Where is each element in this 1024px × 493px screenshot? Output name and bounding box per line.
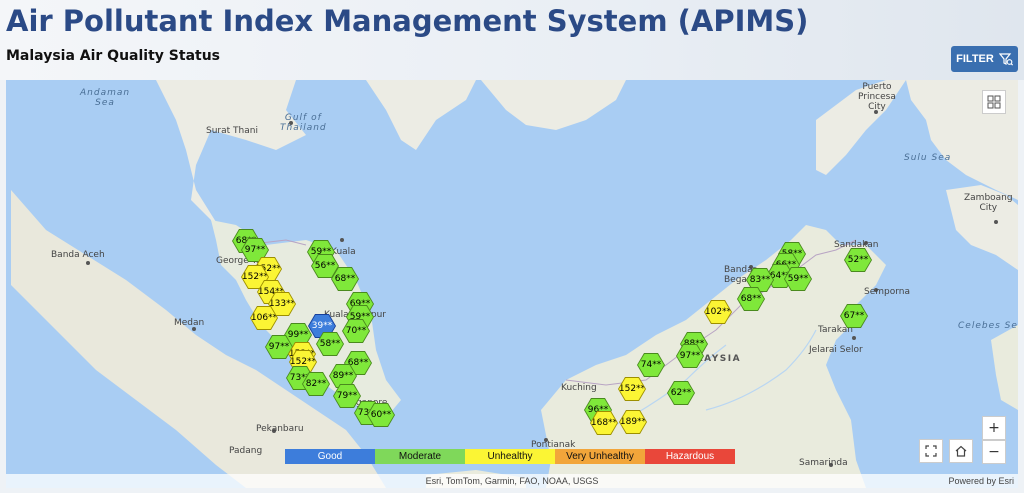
- label-andaman-sea: Andaman Sea: [80, 88, 131, 108]
- label-jelarai-selor: Jelarai Selor: [809, 345, 863, 355]
- home-icon: [955, 445, 967, 457]
- label-sulu-sea: Sulu Sea: [904, 153, 952, 163]
- label-samarinda: Samarinda: [799, 458, 848, 468]
- station-api-value[interactable]: 52**: [845, 249, 871, 271]
- station-api-value[interactable]: 189**: [620, 411, 646, 433]
- station-api-value[interactable]: 74**: [638, 354, 664, 376]
- label-semporna: Semporna: [864, 287, 910, 297]
- grid-icon: [987, 95, 1001, 109]
- air-quality-map[interactable]: Andaman Sea Gulf of Thailand Surat Thani…: [6, 80, 1018, 488]
- label-kuching: Kuching: [561, 383, 597, 393]
- attribution-text: Esri, TomTom, Garmin, FAO, NOAA, USGS: [425, 476, 599, 486]
- label-zamboanga: Zamboang City: [964, 193, 1013, 213]
- filter-icon: [998, 53, 1013, 66]
- zoom-in-button[interactable]: +: [982, 416, 1006, 440]
- station-api-value[interactable]: 70**: [343, 320, 369, 342]
- station-api-value[interactable]: 58**: [317, 333, 343, 355]
- station-api-value[interactable]: 60**: [368, 404, 394, 426]
- legend-item-unhealthy: Unhealthy: [465, 449, 555, 464]
- powered-by-esri: Powered by Esri: [948, 476, 1014, 486]
- station-api-value[interactable]: 82**: [303, 373, 329, 395]
- station-api-value[interactable]: 97**: [677, 345, 703, 367]
- station-api-value[interactable]: 168**: [591, 412, 617, 434]
- station-api-value[interactable]: 59**: [785, 268, 811, 290]
- fullscreen-button[interactable]: [919, 439, 943, 463]
- station-api-value[interactable]: 106**: [251, 307, 277, 329]
- station-api-value[interactable]: 152**: [619, 378, 645, 400]
- station-api-value[interactable]: 68**: [738, 288, 764, 310]
- legend-item-good: Good: [285, 449, 375, 464]
- filter-button[interactable]: FILTER: [951, 46, 1018, 72]
- station-api-value[interactable]: 68**: [332, 268, 358, 290]
- legend-item-moderate: Moderate: [375, 449, 465, 464]
- station-api-value[interactable]: 62**: [668, 382, 694, 404]
- station-api-value[interactable]: 67**: [841, 305, 867, 327]
- legend-item-very-unhealthy: Very Unhealthy: [555, 449, 645, 464]
- filter-label: FILTER: [956, 53, 994, 65]
- page-subtitle: Malaysia Air Quality Status: [6, 48, 221, 64]
- attribution-bar: Esri, TomTom, Garmin, FAO, NOAA, USGS Po…: [6, 474, 1018, 488]
- station-api-value[interactable]: 102**: [705, 301, 731, 323]
- label-celebes-sea: Celebes Se: [958, 321, 1018, 331]
- station-api-value[interactable]: 79**: [334, 385, 360, 407]
- label-banda-aceh: Banda Aceh: [51, 250, 105, 260]
- label-medan: Medan: [174, 318, 205, 328]
- label-padang: Padang: [229, 446, 263, 456]
- aqi-legend: Good Moderate Unhealthy Very Unhealthy Hazar…: [285, 449, 735, 464]
- legend-item-hazardous: Hazardous: [645, 449, 735, 464]
- zoom-out-button[interactable]: −: [982, 440, 1006, 464]
- basemap-gallery-button[interactable]: [982, 90, 1006, 114]
- basemap: [11, 80, 1018, 488]
- station-api-value[interactable]: 89**: [330, 365, 356, 387]
- home-button[interactable]: [949, 439, 973, 463]
- label-pekanbaru: Pekanbaru: [256, 424, 304, 434]
- page-title: Air Pollutant Index Management System (A…: [6, 4, 809, 38]
- label-puerto-princesa: Puerto Princesa City: [858, 82, 896, 112]
- label-gulf-of-thailand: Gulf of Thailand: [280, 113, 327, 133]
- station-api-value[interactable]: 97**: [266, 336, 292, 358]
- expand-icon: [925, 445, 937, 457]
- label-surat-thani: Surat Thani: [206, 126, 258, 136]
